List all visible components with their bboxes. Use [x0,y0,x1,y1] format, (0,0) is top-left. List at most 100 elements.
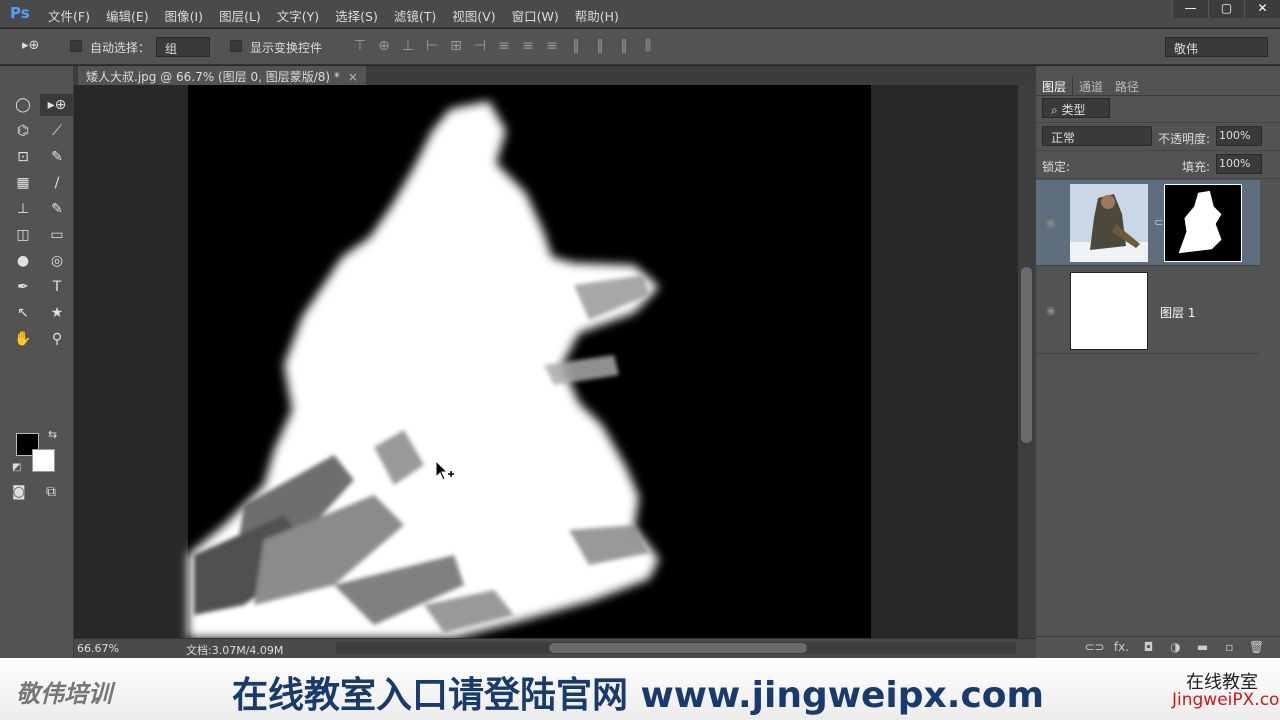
layer-style-icon[interactable]: fx. [1108,637,1135,658]
blur-tool-icon[interactable]: ● [6,250,40,272]
auto-select-label: 自动选择： [90,41,151,55]
maximize-button[interactable]: ▢ [1208,0,1244,18]
auto-align-icon[interactable]: ⫼ [636,38,660,54]
stamp-tool-icon[interactable]: ⊥ [6,198,40,220]
layer-thumbnail[interactable] [1070,184,1148,262]
promo-banner: 敬伟培训 在线教室入口请登陆官网 www.jingweipx.com 在线教室 … [0,658,1280,720]
canvas-area[interactable] [74,85,1018,638]
horizontal-scrollbar[interactable] [336,642,1016,654]
blend-mode-dropdown[interactable]: 正常 [1042,126,1152,146]
distribute-top-icon[interactable]: ≡ [492,38,516,54]
adjustment-layer-icon[interactable]: ◑ [1162,637,1189,658]
document-tab-title: 矮人大叔.jpg @ 66.7% (图层 0, 图层蒙版/8) * [86,70,340,84]
show-transform-checkbox[interactable] [230,40,242,52]
move-tool-icon[interactable]: ▸⊕ [40,94,74,116]
layer-name[interactable]: 图层 1 [1160,304,1195,321]
quick-mask-icon[interactable]: ◙ [12,484,26,500]
shape-tool-icon[interactable]: ★ [40,302,74,324]
workspace-dropdown[interactable]: 敬伟 [1165,37,1268,57]
panel-tabs: 图层 通道 路径 [1036,76,1280,96]
marquee-tool-icon[interactable]: ◯ [6,94,40,116]
trash-icon[interactable]: 🗑 [1243,637,1270,658]
menu-layer[interactable]: 图层(L) [219,6,261,25]
menu-file[interactable]: 文件(F) [48,6,90,25]
eraser-tool-icon[interactable]: ◫ [6,224,40,246]
fill-label: 填充: [1182,160,1211,174]
default-colors-icon[interactable]: ◩ [12,462,21,473]
minimize-button[interactable]: — [1172,0,1208,18]
status-bar: 66.67% 文档:3.07M/4.09M [74,638,1036,658]
layer-row-1[interactable]: ◉ 图层 1 [1036,268,1260,354]
layer-mask-thumbnail[interactable] [1164,184,1242,262]
align-right-icon[interactable]: ⊣ [468,38,492,54]
eyedropper-tool-icon[interactable]: ✎ [40,146,74,168]
move-tool-preset-icon[interactable]: ▸⊕ [22,38,39,53]
opacity-field[interactable]: 100% [1216,126,1262,146]
vertical-scrollbar[interactable] [1018,85,1036,638]
photoshop-window: Ps 文件(F) 编辑(E) 图像(I) 图层(L) 文字(Y) 选择(S) 滤… [0,0,1280,720]
brush-tool-icon[interactable]: ∕ [40,172,74,194]
document-tab-bar: 矮人大叔.jpg @ 66.7% (图层 0, 图层蒙版/8) * × [74,66,1036,85]
tab-paths[interactable]: 路径 [1109,76,1145,95]
auto-select-checkbox[interactable] [70,40,82,52]
menu-help[interactable]: 帮助(H) [575,6,619,25]
menu-type[interactable]: 文字(Y) [277,6,319,25]
menu-filter[interactable]: 滤镜(T) [394,6,436,25]
align-hcenter-icon[interactable]: ⊞ [444,38,468,54]
vertical-scroll-thumb[interactable] [1021,267,1032,443]
pen-tool-icon[interactable]: ✒ [6,276,40,298]
swap-colors-icon[interactable]: ⇆ [48,428,57,441]
layer-thumbnail[interactable] [1070,272,1148,350]
gradient-tool-icon[interactable]: ▭ [40,224,74,246]
lasso-tool-icon[interactable]: ⌬ [6,120,40,142]
healing-tool-icon[interactable]: ▦ [6,172,40,194]
link-layers-icon[interactable]: ⊂⊃ [1081,637,1108,658]
layer-row-0[interactable]: ◉ ⊂ [1036,180,1260,266]
menu-window[interactable]: 窗口(W) [512,6,559,25]
align-top-icon[interactable]: ⊤ [348,38,372,54]
path-select-tool-icon[interactable]: ↖ [6,302,40,324]
tool-grid: ◯ ▸⊕ ⌬ ⟋ ⊡ ✎ ▦ ∕ ⊥ ✎ ◫ ▭ ● ◎ ✒ T ↖ ★ ✋ ⚲ [6,94,74,350]
lock-label: 锁定: [1042,160,1071,174]
blend-row: 正常 不透明度: 100% [1036,124,1280,151]
document-size-info[interactable]: 文档:3.07M/4.09M [186,642,283,658]
close-button[interactable]: ✕ [1244,0,1280,18]
menu-edit[interactable]: 编辑(E) [106,6,149,25]
new-layer-icon[interactable]: ▫ [1216,637,1243,658]
tab-layers[interactable]: 图层 [1036,76,1074,95]
distribute-hcenter-icon[interactable]: ‖ [588,38,612,54]
distribute-bottom-icon[interactable]: ≡ [540,38,564,54]
distribute-left-icon[interactable]: ‖ [564,38,588,54]
menu-view[interactable]: 视图(V) [452,6,495,25]
new-group-icon[interactable]: ▬ [1189,637,1216,658]
menu-image[interactable]: 图像(I) [165,6,203,25]
document-tab[interactable]: 矮人大叔.jpg @ 66.7% (图层 0, 图层蒙版/8) * × [78,66,366,85]
align-left-icon[interactable]: ⊢ [420,38,444,54]
distribute-right-icon[interactable]: ‖ [612,38,636,54]
auto-select-dropdown[interactable]: 组 [156,37,210,57]
visibility-eye-icon[interactable]: ◉ [1046,216,1056,229]
horizontal-scroll-thumb[interactable] [549,643,807,653]
align-vcenter-icon[interactable]: ⊕ [372,38,396,54]
visibility-eye-icon[interactable]: ◉ [1046,304,1056,317]
zoom-tool-icon[interactable]: ⚲ [40,328,74,350]
mask-link-icon[interactable]: ⊂ [1154,216,1163,229]
fill-field[interactable]: 100% [1216,154,1262,174]
layer-filter-dropdown[interactable]: ⌕ 类型 [1042,98,1110,118]
tab-channels[interactable]: 通道 [1073,76,1109,95]
zoom-level[interactable]: 66.67% [77,642,119,655]
layer-mask-canvas[interactable] [74,85,1018,638]
dodge-tool-icon[interactable]: ◎ [40,250,74,272]
menu-select[interactable]: 选择(S) [335,6,378,25]
quick-select-tool-icon[interactable]: ⟋ [40,120,74,142]
background-color-swatch[interactable] [32,449,55,472]
hand-tool-icon[interactable]: ✋ [6,328,40,350]
close-tab-icon[interactable]: × [348,70,358,84]
screen-mode-icon[interactable]: ⧉ [46,484,56,500]
align-bottom-icon[interactable]: ⊥ [396,38,420,54]
crop-tool-icon[interactable]: ⊡ [6,146,40,168]
type-tool-icon[interactable]: T [40,276,74,298]
history-brush-tool-icon[interactable]: ✎ [40,198,74,220]
add-mask-icon[interactable]: ◘ [1135,637,1162,658]
distribute-vcenter-icon[interactable]: ≡ [516,38,540,54]
